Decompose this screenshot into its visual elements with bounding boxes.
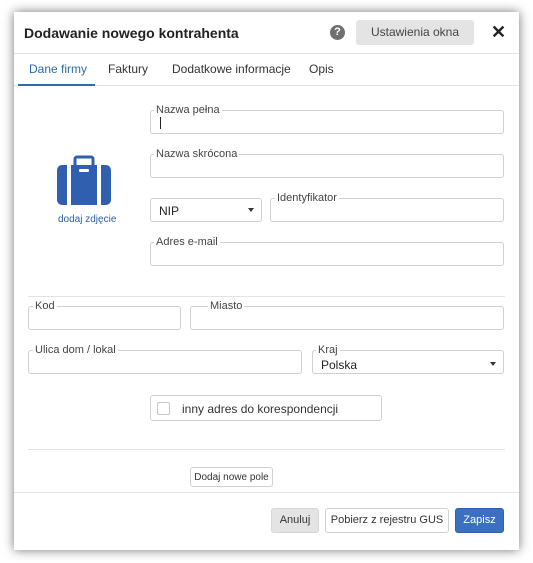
other-correspondence-address-option[interactable]: inny adres do korespondencji — [150, 395, 382, 421]
section-divider — [28, 449, 505, 450]
postal-code-label: Kod — [33, 300, 57, 312]
correspondence-checkbox[interactable] — [157, 402, 170, 415]
identifier-label: Identyfikator — [275, 192, 339, 204]
id-type-select[interactable]: NIP — [150, 198, 262, 222]
country-value: Polska — [321, 358, 358, 372]
dialog-title: Dodawanie nowego kontrahenta — [24, 25, 239, 41]
correspondence-checkbox-label: inny adres do korespondencji — [182, 402, 339, 416]
country-select[interactable]: Polska — [312, 350, 504, 374]
id-type-value: NIP — [159, 204, 180, 218]
country-label: Kraj — [316, 344, 340, 356]
chevron-down-icon — [248, 208, 254, 212]
city-label: Miasto — [208, 300, 245, 312]
active-tab-indicator — [18, 84, 95, 86]
full-name-label: Nazwa pełna — [154, 104, 222, 116]
add-new-field-button[interactable]: Dodaj nowe pole — [190, 467, 273, 487]
dialog-footer: Anuluj Pobierz z rejestru GUS Zapisz — [14, 492, 519, 551]
section-divider — [28, 296, 505, 297]
chevron-down-icon — [490, 362, 496, 366]
add-photo-link[interactable]: dodaj zdjęcie — [58, 214, 116, 225]
close-icon[interactable]: ✕ — [491, 22, 506, 42]
tab-bar: Dane firmy Faktury Dodatkowe informacje … — [14, 54, 519, 86]
cancel-button[interactable]: Anuluj — [271, 508, 319, 533]
fetch-gus-button[interactable]: Pobierz z rejestru GUS — [325, 508, 449, 533]
tab-invoices[interactable]: Faktury — [108, 62, 148, 76]
text-cursor — [160, 117, 161, 129]
briefcase-icon[interactable] — [56, 155, 112, 207]
email-label: Adres e-mail — [154, 236, 220, 248]
short-name-label: Nazwa skrócona — [154, 148, 240, 160]
tab-description[interactable]: Opis — [309, 62, 334, 76]
street-label: Ulica dom / lokal — [33, 344, 118, 356]
add-contractor-dialog: Dodawanie nowego kontrahenta ? Ustawieni… — [14, 12, 519, 550]
tab-additional-info[interactable]: Dodatkowe informacje — [172, 62, 291, 76]
help-icon[interactable]: ? — [330, 25, 345, 40]
tab-company-data[interactable]: Dane firmy — [29, 62, 87, 76]
save-button[interactable]: Zapisz — [455, 508, 504, 533]
dialog-header: Dodawanie nowego kontrahenta ? Ustawieni… — [14, 12, 519, 54]
window-settings-button[interactable]: Ustawienia okna — [356, 20, 474, 45]
